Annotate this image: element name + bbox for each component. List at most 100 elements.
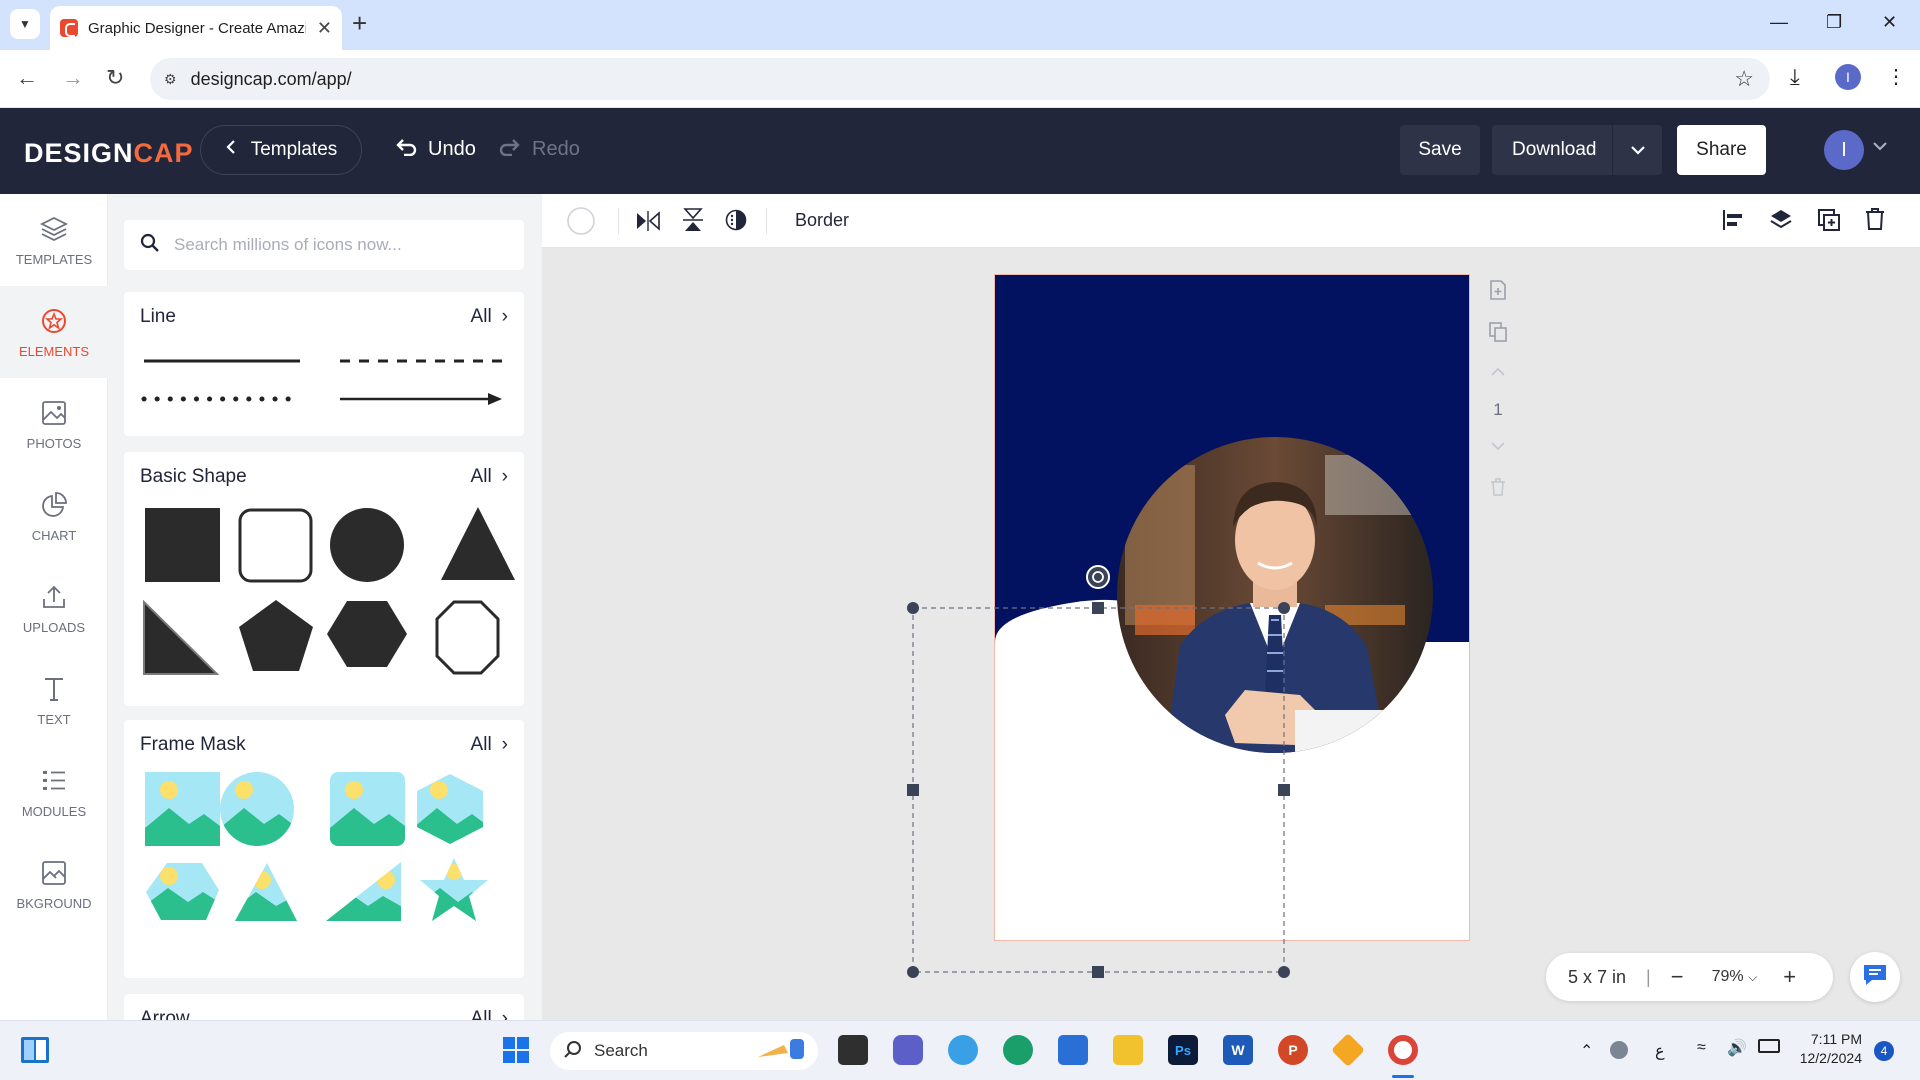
file-app-icon[interactable] — [838, 1035, 868, 1065]
teams-icon[interactable] — [893, 1035, 923, 1065]
resize-handle-bottom-right[interactable] — [1278, 966, 1290, 978]
undo-button[interactable]: Undo — [394, 136, 476, 162]
download-options-chevron-icon[interactable] — [1612, 125, 1662, 175]
battery-icon[interactable] — [1758, 1039, 1780, 1053]
edge-icon[interactable] — [1003, 1035, 1033, 1065]
search-icon — [564, 1040, 582, 1063]
tab-title: Graphic Designer - Create Amazing Graphi… — [88, 19, 306, 37]
add-page-icon[interactable] — [1484, 280, 1512, 305]
address-bar[interactable]: ⚙ designcap.com/app/ ☆ — [150, 58, 1770, 100]
close-tab-icon[interactable]: ✕ — [317, 18, 332, 39]
rail-item-uploads[interactable]: UPLOADS — [0, 562, 108, 654]
page-size-button[interactable]: 5 x 7 in — [1568, 967, 1626, 988]
share-button[interactable]: Share — [1677, 125, 1766, 175]
tray-overflow-icon[interactable]: ⌃ — [1580, 1041, 1593, 1061]
windows-start-icon[interactable] — [502, 1036, 530, 1069]
rounded-square-shape[interactable] — [238, 508, 313, 583]
powerpoint-icon[interactable]: P — [1278, 1035, 1308, 1065]
templates-button[interactable]: Templates — [200, 125, 362, 175]
resize-handle-top[interactable] — [1092, 602, 1104, 614]
flip-horizontal-icon[interactable] — [636, 210, 660, 237]
tray-app-icon[interactable] — [1610, 1041, 1628, 1059]
redo-button[interactable]: Redo — [498, 136, 580, 162]
copy-page-icon[interactable] — [1484, 322, 1512, 347]
triangle-shape[interactable] — [441, 507, 515, 580]
bookmark-star-icon[interactable]: ☆ — [1734, 66, 1754, 92]
rail-item-chart[interactable]: CHART — [0, 470, 108, 562]
taskbar-clock[interactable]: 7:11 PM 12/2/2024 — [1780, 1031, 1862, 1066]
page-down-chevron-icon[interactable] — [1484, 438, 1512, 456]
paint-icon[interactable] — [948, 1035, 978, 1065]
restore-icon[interactable]: ❐ — [1826, 12, 1842, 33]
octagon-shape[interactable] — [435, 600, 500, 675]
profile-avatar[interactable]: I — [1835, 64, 1861, 90]
app-header: DESIGNCAP Templates Undo Redo Save Downl… — [0, 108, 1920, 194]
flip-vertical-icon[interactable] — [682, 208, 704, 237]
save-button[interactable]: Save — [1400, 125, 1480, 175]
rail-item-templates[interactable]: TEMPLATES — [0, 194, 108, 286]
resize-handle-bottom-left[interactable] — [907, 966, 919, 978]
minimize-icon[interactable]: — — [1770, 12, 1788, 33]
rail-item-modules[interactable]: MODULES — [0, 746, 108, 838]
resize-handle-bottom[interactable] — [1092, 966, 1104, 978]
circle-shape[interactable] — [330, 508, 404, 582]
wifi-icon[interactable]: ≈ — [1697, 1039, 1706, 1057]
vpn-app-icon[interactable] — [1331, 1033, 1365, 1067]
reload-icon[interactable]: ↻ — [106, 65, 124, 91]
resize-handle-top-right[interactable] — [1278, 602, 1290, 614]
forward-arrow-icon[interactable]: → — [62, 65, 84, 91]
download-icon[interactable]: ⤓ — [1790, 64, 1800, 90]
arrow-all-link[interactable]: All › — [471, 1008, 508, 1020]
account-chevron-icon[interactable] — [1872, 138, 1888, 156]
tab-search-button[interactable]: ▼ — [10, 9, 40, 39]
site-info-icon[interactable]: ⚙ — [164, 71, 177, 88]
new-tab-button[interactable]: + — [352, 10, 367, 36]
layers-order-icon[interactable] — [1769, 208, 1793, 237]
rail-item-photos[interactable]: PHOTOS — [0, 378, 108, 470]
word-icon[interactable]: W — [1223, 1035, 1253, 1065]
zoom-in-button[interactable]: + — [1783, 964, 1796, 990]
chevron-down-icon: ▼ — [19, 17, 31, 31]
resize-handle-right[interactable] — [1278, 784, 1290, 796]
zoom-level-select[interactable]: 79% ⌵ — [1712, 968, 1758, 986]
chat-support-button[interactable] — [1850, 952, 1900, 1002]
undo-label: Undo — [428, 137, 476, 160]
volume-icon[interactable]: 🔊 — [1727, 1038, 1747, 1058]
photoshop-icon[interactable]: Ps — [1168, 1035, 1198, 1065]
widgets-icon[interactable] — [20, 1036, 50, 1069]
file-explorer-icon[interactable] — [1113, 1035, 1143, 1065]
back-arrow-icon[interactable]: ← — [16, 65, 38, 91]
browser-tab[interactable]: Graphic Designer - Create Amazing Graphi… — [50, 6, 342, 50]
border-button[interactable]: Border — [795, 210, 849, 231]
delete-page-icon[interactable] — [1484, 478, 1512, 501]
more-menu-icon[interactable]: ⋮ — [1886, 64, 1906, 89]
download-button[interactable]: Download — [1492, 125, 1662, 175]
delete-icon[interactable] — [1864, 207, 1886, 236]
square-shape[interactable] — [145, 508, 220, 582]
chrome-icon[interactable] — [1388, 1035, 1418, 1065]
notification-badge[interactable]: 4 — [1874, 1041, 1894, 1061]
right-triangle-shape[interactable] — [143, 599, 220, 675]
rail-item-background[interactable]: BKGROUND — [0, 838, 108, 930]
rail-label: UPLOADS — [22, 619, 86, 635]
duplicate-icon[interactable] — [1817, 208, 1841, 237]
align-icon[interactable] — [1722, 209, 1744, 236]
taskbar-search[interactable]: Search — [550, 1032, 818, 1070]
close-window-icon[interactable]: ✕ — [1882, 12, 1897, 33]
rail-item-elements[interactable]: ELEMENTS — [0, 286, 108, 378]
page-up-chevron-icon[interactable] — [1484, 364, 1512, 382]
zoom-out-button[interactable]: − — [1671, 964, 1684, 990]
rotate-handle-icon[interactable] — [1086, 565, 1110, 589]
store-icon[interactable] — [1058, 1035, 1088, 1065]
user-avatar[interactable]: I — [1824, 130, 1864, 170]
hexagon-shape[interactable] — [327, 601, 407, 667]
transparency-icon[interactable] — [725, 209, 747, 236]
designcap-logo[interactable]: DESIGNCAP — [24, 138, 194, 169]
resize-handle-top-left[interactable] — [907, 602, 919, 614]
resize-handle-left[interactable] — [907, 784, 919, 796]
color-swatch-button[interactable] — [566, 206, 596, 241]
rail-item-text[interactable]: TEXT — [0, 654, 108, 746]
icon-search-input[interactable]: Search millions of icons now... — [124, 220, 524, 270]
language-indicator[interactable]: ع — [1655, 1041, 1665, 1061]
pentagon-shape[interactable] — [239, 600, 313, 671]
